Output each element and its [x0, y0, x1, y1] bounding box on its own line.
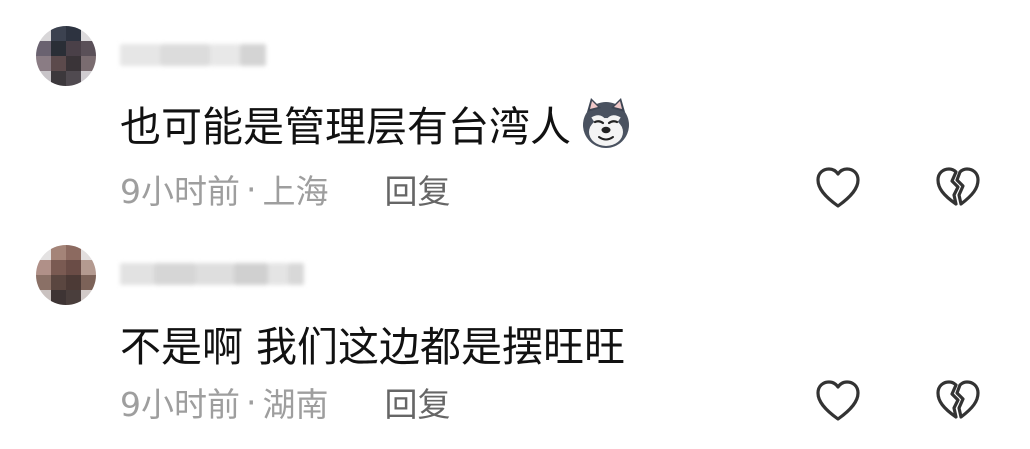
doge-icon: [583, 98, 629, 148]
comment-location: 上海: [262, 172, 329, 211]
comment-item: 也可能是管理层有台湾人 9小时前 · 上海 回复: [0, 0, 1030, 225]
comment-time: 9小时前: [120, 385, 240, 424]
username-blurred[interactable]: [120, 257, 310, 291]
comment-text-content: 也可能是管理层有台湾人: [120, 103, 571, 151]
comment-text: 不是啊 我们这边都是摆旺旺: [120, 315, 625, 371]
avatar[interactable]: [36, 26, 96, 86]
comment-text-content: 不是啊 我们这边都是摆旺旺: [120, 323, 626, 371]
broken-heart-icon[interactable]: [934, 164, 982, 212]
comment-text: 也可能是管理层有台湾人: [120, 95, 633, 151]
username-blurred[interactable]: [120, 38, 280, 72]
meta-separator: ·: [246, 382, 257, 422]
comment-time: 9小时前: [120, 172, 240, 211]
meta-separator: ·: [246, 169, 257, 209]
avatar[interactable]: [36, 245, 96, 305]
heart-outline-icon[interactable]: [814, 164, 862, 212]
comment-item: 不是啊 我们这边都是摆旺旺 9小时前 · 湖南 回复: [0, 225, 1030, 449]
comment-meta: 9小时前 · 湖南 回复: [120, 379, 451, 425]
heart-outline-icon[interactable]: [814, 377, 862, 425]
comment-meta: 9小时前 · 上海 回复: [120, 166, 451, 212]
comment-location: 湖南: [262, 385, 329, 424]
reply-button[interactable]: 回复: [385, 165, 451, 213]
broken-heart-icon[interactable]: [934, 377, 982, 425]
reply-button[interactable]: 回复: [385, 378, 451, 426]
